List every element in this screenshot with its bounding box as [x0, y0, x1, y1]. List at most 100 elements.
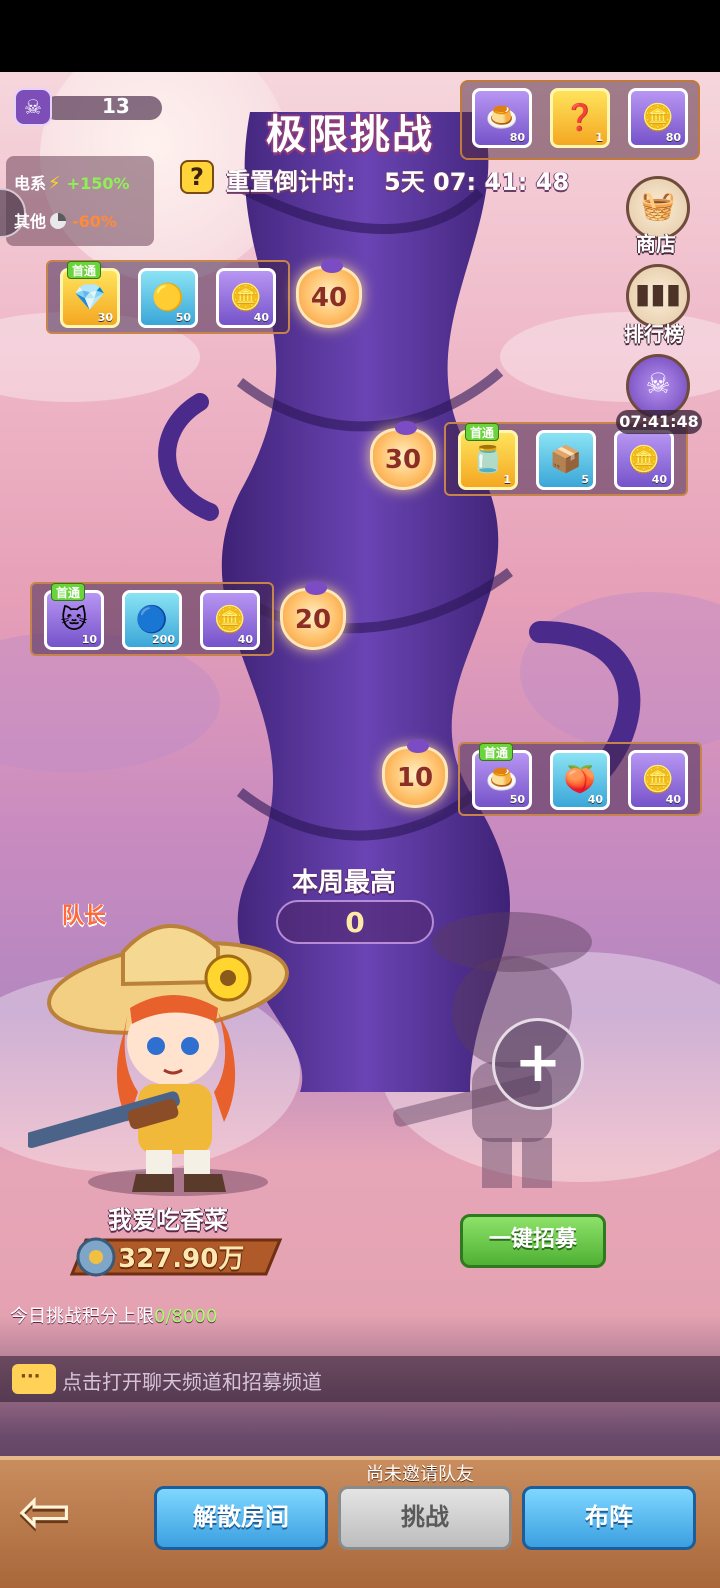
reward-count: 200	[152, 633, 175, 646]
reward-count: 10	[81, 633, 97, 646]
bow-icon	[407, 739, 429, 753]
chat-hint: 点击打开聊天频道和招募频道	[62, 1370, 322, 1394]
chat-strip[interactable]: 点击打开聊天频道和招募频道	[0, 1356, 720, 1402]
reward-count: 80	[509, 131, 525, 144]
first-clear-tag: 首通	[479, 743, 514, 761]
fruit-icon: 🍑	[563, 765, 597, 795]
mystery-box-icon: 📦	[549, 445, 583, 475]
reward-tile[interactable]: 🪙 40	[200, 590, 260, 650]
buff-other: 其他 -60%	[14, 208, 117, 232]
jar-icon: 🫙	[471, 445, 505, 475]
skull-counter: ☠ 13	[14, 88, 164, 126]
level-badge-30[interactable]: 30	[370, 421, 436, 490]
diamond-icon: 💎	[73, 283, 107, 313]
bow-icon	[305, 581, 327, 595]
shop-label: 商店	[636, 232, 676, 256]
reward-count: 50	[509, 793, 525, 806]
reward-tile[interactable]: 🪙 40	[628, 750, 688, 810]
leaderboard-icon: ▮▮▮	[634, 277, 682, 310]
boss-button[interactable]: ☠	[626, 354, 690, 418]
silver-coin-icon: 🪙	[641, 765, 675, 795]
reward-tile[interactable]: 🍮 80	[472, 88, 532, 148]
help-icon[interactable]: ?	[180, 160, 214, 194]
pie-icon	[50, 213, 67, 229]
bow-icon	[321, 259, 343, 273]
pudding-icon: 🍮	[485, 765, 519, 795]
buff-electric-label: 电系	[14, 174, 47, 193]
reset-countdown-label: 重置倒计时:	[226, 168, 356, 196]
daily-score-label: 今日挑战积分上限	[10, 1306, 154, 1327]
reward-count: 30	[97, 311, 113, 324]
game-screen: ☠ 13 极限挑战 ? 重置倒计时: 5天 07: 41: 48 电系 ⚡ +150…	[0, 72, 720, 1588]
boss-timer: 07:41:48	[616, 410, 702, 434]
level-10-rewards: 首通 🍮 50 🍑 40 🪙 40	[458, 742, 702, 816]
buff-other-value: -60%	[72, 212, 117, 231]
reward-tile[interactable]: 首通 💎 30	[60, 261, 120, 328]
pudding-icon: 🍮	[485, 103, 519, 133]
reward-tile[interactable]: ❓ 1	[550, 88, 610, 148]
reward-count: 40	[665, 793, 681, 806]
first-clear-tag: 首通	[51, 583, 86, 601]
level-badge-40[interactable]: 40	[296, 259, 362, 328]
back-arrow-icon[interactable]: ⇦	[18, 1480, 100, 1546]
reward-count: 50	[175, 311, 191, 324]
level-badge-20[interactable]: 20	[280, 581, 346, 650]
level-number: 30	[384, 445, 422, 475]
top-reward-row: 🍮 80 ❓ 1 🪙 80	[460, 80, 700, 160]
skull-icon: ☠	[14, 88, 52, 126]
reward-count: 1	[595, 131, 603, 144]
first-clear-tag: 首通	[67, 261, 102, 279]
silver-coin-icon: 🪙	[627, 445, 661, 475]
captain-hero[interactable]	[28, 892, 308, 1202]
formation-button[interactable]: 布阵	[522, 1486, 696, 1550]
first-clear-tag: 首通	[465, 423, 500, 441]
reward-tile[interactable]: 🟡 50	[138, 268, 198, 328]
silver-coin-icon: 🪙	[229, 283, 263, 313]
level-20-rewards: 首通 🐱 10 🔵 200 🪙 40	[30, 582, 274, 656]
level-number: 40	[310, 283, 348, 313]
silver-coin-icon: 🪙	[641, 103, 675, 133]
reward-tile[interactable]: 首通 🐱 10	[44, 583, 104, 650]
add-teammate-button[interactable]: +	[492, 1018, 584, 1110]
shop-icon: 🧺	[640, 189, 676, 222]
skull-icon: ☠	[645, 367, 671, 400]
daily-score-value: 0/8000	[154, 1306, 218, 1327]
reward-count: 40	[587, 793, 603, 806]
reward-count: 5	[581, 473, 589, 486]
buff-electric-value: +150%	[66, 174, 130, 193]
reward-count: 40	[253, 311, 269, 324]
disband-room-button[interactable]: 解散房间	[154, 1486, 328, 1550]
reward-count: 40	[237, 633, 253, 646]
chat-bubble-icon	[12, 1364, 56, 1394]
challenge-button[interactable]: 挑战	[338, 1486, 512, 1550]
reward-tile[interactable]: 🪙 40	[614, 430, 674, 490]
reward-tile[interactable]: 🪙 40	[216, 268, 276, 328]
gold-coin-icon: 🟡	[151, 283, 185, 313]
reward-tile[interactable]: 首通 🫙 1	[458, 423, 518, 490]
no-invite-label: 尚未邀请队友	[366, 1464, 474, 1485]
level-number: 20	[294, 605, 332, 635]
hero-name: 我爱吃香菜	[108, 1206, 228, 1234]
reward-count: 1	[503, 473, 511, 486]
reward-tile[interactable]: 🪙 80	[628, 88, 688, 148]
silver-coin-icon: 🪙	[213, 605, 247, 635]
leaderboard-label: 排行榜	[624, 322, 684, 346]
level-number: 10	[396, 763, 434, 793]
level-40-rewards: 首通 💎 30 🟡 50 🪙 40	[46, 260, 290, 334]
reward-count: 80	[665, 131, 681, 144]
captain-label: 队长	[62, 904, 107, 929]
reward-tile[interactable]: 🔵 200	[122, 590, 182, 650]
page-title: 极限挑战	[266, 112, 434, 158]
reward-count: 40	[651, 473, 667, 486]
reward-tile[interactable]: 📦 5	[536, 430, 596, 490]
mystery-token-icon: ❓	[563, 103, 597, 133]
reward-tile[interactable]: 🍑 40	[550, 750, 610, 810]
one-click-recruit-button[interactable]: 一键招募	[460, 1214, 606, 1268]
reward-tile[interactable]: 首通 🍮 50	[472, 743, 532, 810]
power-value: 327.90万	[118, 1244, 245, 1274]
bow-icon	[395, 421, 417, 435]
pet-icon: 🐱	[60, 605, 88, 635]
blue-flame-icon: 🔵	[135, 605, 169, 635]
level-badge-10[interactable]: 10	[382, 739, 448, 808]
buff-other-label: 其他	[14, 212, 47, 231]
